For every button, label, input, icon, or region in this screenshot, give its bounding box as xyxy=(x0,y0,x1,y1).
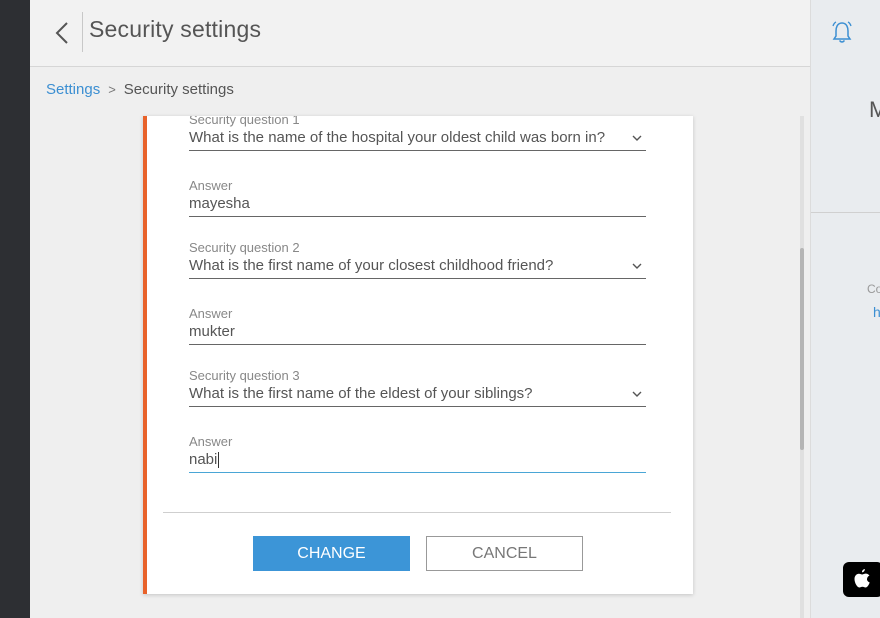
answer-2-input[interactable]: mukter xyxy=(189,322,646,345)
scrollbar[interactable] xyxy=(800,116,804,618)
left-rail xyxy=(0,0,30,618)
card-divider xyxy=(163,512,671,513)
chevron-down-icon xyxy=(632,135,642,141)
right-panel-label: Co xyxy=(867,282,880,296)
security-question-1-label: Security question 1 xyxy=(189,116,300,127)
answer-1-field[interactable]: Answer mayesha xyxy=(189,179,646,217)
card-accent-bar xyxy=(143,116,147,594)
security-question-3-select[interactable]: What is the first name of the eldest of … xyxy=(189,384,646,407)
security-question-2-value: What is the first name of your closest c… xyxy=(189,257,554,274)
answer-3-input[interactable]: nabi xyxy=(189,450,646,473)
page-title: Security settings xyxy=(89,16,262,42)
header: Security settings xyxy=(30,0,810,67)
answer-3-field[interactable]: Answer nabi xyxy=(189,435,646,473)
chevron-left-icon xyxy=(55,22,68,44)
security-question-2-select[interactable]: What is the first name of your closest c… xyxy=(189,256,646,279)
breadcrumb-current: Security settings xyxy=(123,81,234,98)
answer-2-field[interactable]: Answer mukter xyxy=(189,307,646,345)
answer-2-label: Answer xyxy=(189,306,233,321)
answer-3-value: nabi xyxy=(189,451,218,468)
security-question-3-value: What is the first name of the eldest of … xyxy=(189,385,533,402)
right-panel-heading: M xyxy=(869,97,880,122)
security-question-1-select[interactable]: What is the name of the hospital your ol… xyxy=(189,128,646,151)
right-panel-link[interactable]: h xyxy=(873,304,880,320)
answer-1-label: Answer xyxy=(189,178,233,193)
chevron-down-icon xyxy=(632,391,642,397)
bell-icon[interactable] xyxy=(831,20,853,44)
security-question-1-field[interactable]: Security question 1 What is the name of … xyxy=(189,116,646,151)
security-question-1-value: What is the name of the hospital your ol… xyxy=(189,129,606,146)
header-divider xyxy=(82,12,83,52)
answer-3-label: Answer xyxy=(189,434,233,449)
answer-1-value: mayesha xyxy=(189,195,250,212)
back-button[interactable] xyxy=(48,16,76,50)
right-panel-divider xyxy=(811,212,880,213)
text-cursor xyxy=(218,452,220,469)
security-question-2-field[interactable]: Security question 2 What is the first na… xyxy=(189,241,646,279)
security-question-3-label: Security question 3 xyxy=(189,368,300,383)
right-panel: M Co h xyxy=(810,0,880,618)
scrollbar-thumb[interactable] xyxy=(800,248,804,450)
change-button[interactable]: CHANGE xyxy=(253,536,410,571)
cancel-button[interactable]: CANCEL xyxy=(426,536,583,571)
security-form-card: Security question 1 What is the name of … xyxy=(143,116,693,594)
breadcrumb-separator-icon: > xyxy=(108,82,116,97)
chevron-down-icon xyxy=(632,263,642,269)
answer-2-value: mukter xyxy=(189,323,235,340)
breadcrumb-settings-link[interactable]: Settings xyxy=(46,81,100,98)
answer-1-input[interactable]: mayesha xyxy=(189,194,646,217)
breadcrumb: Settings > Security settings xyxy=(46,81,234,98)
app-store-badge[interactable] xyxy=(843,562,880,597)
apple-icon xyxy=(854,569,870,588)
security-question-2-label: Security question 2 xyxy=(189,240,300,255)
security-question-3-field[interactable]: Security question 3 What is the first na… xyxy=(189,369,646,407)
